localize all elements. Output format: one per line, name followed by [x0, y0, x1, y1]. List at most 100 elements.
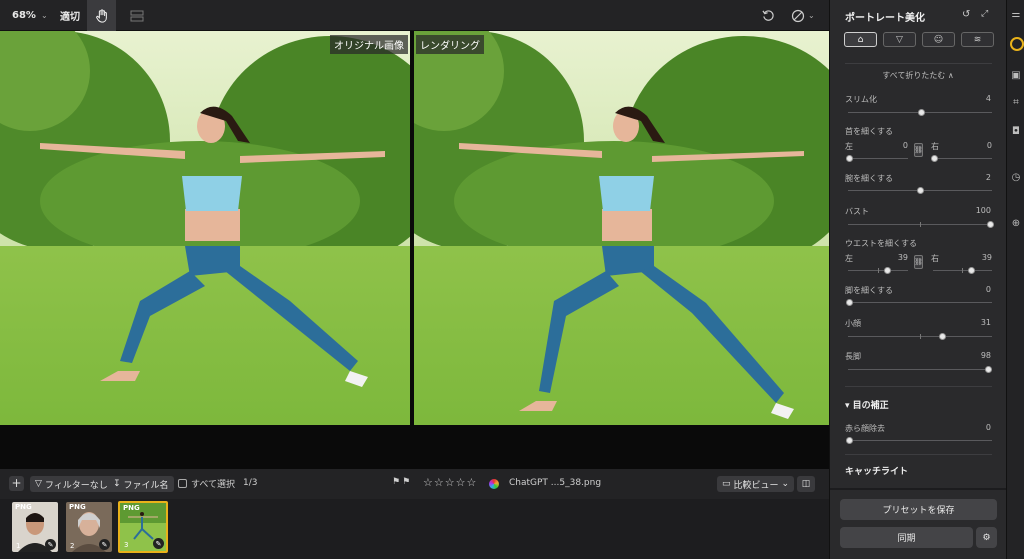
divider	[845, 386, 992, 387]
page-count: 1/3	[243, 478, 258, 488]
compare-icon: ▭	[722, 479, 731, 489]
thumbnail-3-selected[interactable]: PNG 3 ✎	[118, 501, 168, 553]
redeye-slider[interactable]	[848, 440, 992, 441]
person-tag-icon[interactable]: ▣	[1010, 70, 1022, 82]
legs-long-value: 98	[980, 351, 991, 360]
add-button[interactable]: +	[9, 476, 24, 491]
sync-button[interactable]: 同期	[840, 527, 973, 548]
sort-button[interactable]: ↧ ファイル名	[108, 476, 174, 492]
zoom-value: 68%	[12, 10, 36, 21]
bust-slider-knob[interactable]	[987, 221, 994, 228]
slim-label: スリム化	[845, 95, 877, 104]
crop-icon[interactable]: ⌗	[1010, 97, 1022, 109]
arms-slider-knob[interactable]	[917, 187, 924, 194]
columns-icon: ◫	[801, 479, 811, 489]
reset-button[interactable]	[762, 0, 775, 31]
edit-icon[interactable]: ✎	[99, 539, 110, 550]
waist-label: ウエストを細くする	[845, 239, 917, 248]
tab-torso[interactable]: ▽	[883, 32, 916, 47]
waist-left-knob[interactable]	[884, 267, 891, 274]
catchlight-section-header[interactable]: キャッチライト	[845, 464, 908, 477]
reject-flag-icon[interactable]: ⚑	[402, 477, 410, 487]
neck-left-slider[interactable]	[848, 158, 908, 159]
waist-left-value: 39	[897, 253, 908, 262]
top-toolbar: 68% ⌄ 適切 ⌄	[0, 0, 829, 31]
legs-thin-slider[interactable]	[848, 302, 992, 303]
neck-right-label: 右	[931, 142, 939, 151]
thumb-number: 1	[16, 542, 21, 550]
slim-slider-knob[interactable]	[918, 109, 925, 116]
link-icon[interactable]: ⛓	[914, 255, 923, 269]
rendered-image-label: レンダリング	[416, 35, 484, 54]
tab-layers[interactable]: ≋	[961, 32, 994, 47]
thumb-type-tag: PNG	[15, 503, 32, 511]
neck-right-slider[interactable]	[933, 158, 992, 159]
adjustment-panel: ポートレート美化 ↺ ⤢ ⌂ ▽ ☺ ≋ すべて折りたたむ ∧ スリム化 4 首…	[829, 0, 1006, 559]
color-label-icon[interactable]	[489, 479, 499, 489]
original-image[interactable]: オリジナル画像	[0, 31, 410, 425]
sync-settings-button[interactable]: ⚙	[976, 527, 997, 548]
gear-icon: ⚙	[982, 532, 991, 543]
sort-icon: ↧	[113, 479, 121, 489]
neck-right-knob[interactable]	[931, 155, 938, 162]
select-all-label: すべて選択	[191, 480, 236, 490]
save-preset-button[interactable]: プリセットを保存	[840, 499, 997, 520]
side-by-side-button[interactable]: ◫	[797, 476, 815, 492]
thumb-number: 2	[70, 542, 75, 550]
chevron-down-icon: ⌄	[781, 479, 790, 489]
compare-view-dropdown[interactable]: ▭ 比較ビュー ⌄	[717, 476, 795, 492]
slim-value: 4	[985, 94, 991, 103]
fit-button[interactable]: 適切	[60, 0, 80, 31]
neck-left-knob[interactable]	[846, 155, 853, 162]
neck-label: 首を細くする	[845, 127, 893, 136]
flag-icons[interactable]: ⚑ ⚑	[392, 477, 410, 487]
split-view-button[interactable]	[130, 0, 144, 31]
edit-icon[interactable]: ✎	[153, 538, 164, 549]
divider	[845, 63, 992, 64]
history-icon[interactable]: ◷	[1010, 172, 1022, 184]
hand-tool-button[interactable]	[87, 0, 116, 31]
flag-icon[interactable]: ⚑	[392, 477, 400, 487]
redeye-label: 赤ら顔除去	[845, 424, 885, 433]
split-icon	[130, 10, 144, 21]
zoom-dropdown[interactable]: 68% ⌄	[12, 0, 48, 31]
eye-section-header[interactable]: ▾ 目の補正	[845, 398, 889, 411]
compare-label: 比較ビュー	[733, 480, 779, 491]
legs-thin-knob[interactable]	[846, 299, 853, 306]
mask-button[interactable]: ⌄	[791, 0, 815, 31]
panel-reset-icon[interactable]: ↺	[962, 9, 970, 20]
redeye-knob[interactable]	[846, 437, 853, 444]
tab-body[interactable]: ⌂	[844, 32, 877, 47]
legs-thin-value: 0	[985, 285, 991, 294]
legs-long-knob[interactable]	[985, 366, 992, 373]
filter-button[interactable]: ▽ フィルターなし	[30, 476, 113, 492]
thumbnail-1[interactable]: PNG 1 ✎	[12, 502, 58, 552]
add-tool-icon[interactable]: ⊕	[1010, 218, 1022, 230]
thumbnail-2[interactable]: PNG 2 ✎	[66, 502, 112, 552]
link-icon[interactable]: ⛓	[914, 143, 923, 157]
legs-long-slider[interactable]	[848, 369, 992, 370]
app-window: 68% ⌄ 適切 ⌄ オリジナル画像 レンダリング + ▽ フィルターなし ↧ …	[0, 0, 1024, 559]
filter-label: フィルターなし	[44, 480, 108, 491]
waist-right-knob[interactable]	[968, 267, 975, 274]
layers-icon: ≋	[973, 34, 982, 45]
legs-thin-label: 脚を細くする	[845, 286, 893, 295]
filename: ChatGPT ...5_38.png	[509, 478, 602, 488]
rendered-image[interactable]: レンダリング	[414, 31, 829, 425]
face-slider-knob[interactable]	[939, 333, 946, 340]
arms-label: 腕を細くする	[845, 174, 893, 183]
sliders-icon[interactable]: ⚌	[1010, 9, 1022, 21]
select-all-checkbox[interactable]: すべて選択	[178, 477, 235, 490]
thumb-number: 3	[124, 541, 129, 549]
collapse-all-button[interactable]: すべて折りたたむ ∧	[830, 70, 1006, 81]
edit-icon[interactable]: ✎	[45, 539, 56, 550]
star-rating[interactable]: ☆☆☆☆☆	[423, 476, 477, 489]
camera-icon[interactable]: ◘	[1010, 126, 1022, 138]
expand-icon[interactable]: ⤢	[981, 9, 988, 19]
tab-face[interactable]: ☺	[922, 32, 955, 47]
face-icon: ☺	[933, 34, 944, 45]
waist-right-value: 39	[981, 253, 992, 262]
thumb-type-tag: PNG	[69, 503, 86, 511]
neck-left-label: 左	[845, 142, 853, 151]
portrait-tool-icon[interactable]	[1010, 37, 1024, 51]
